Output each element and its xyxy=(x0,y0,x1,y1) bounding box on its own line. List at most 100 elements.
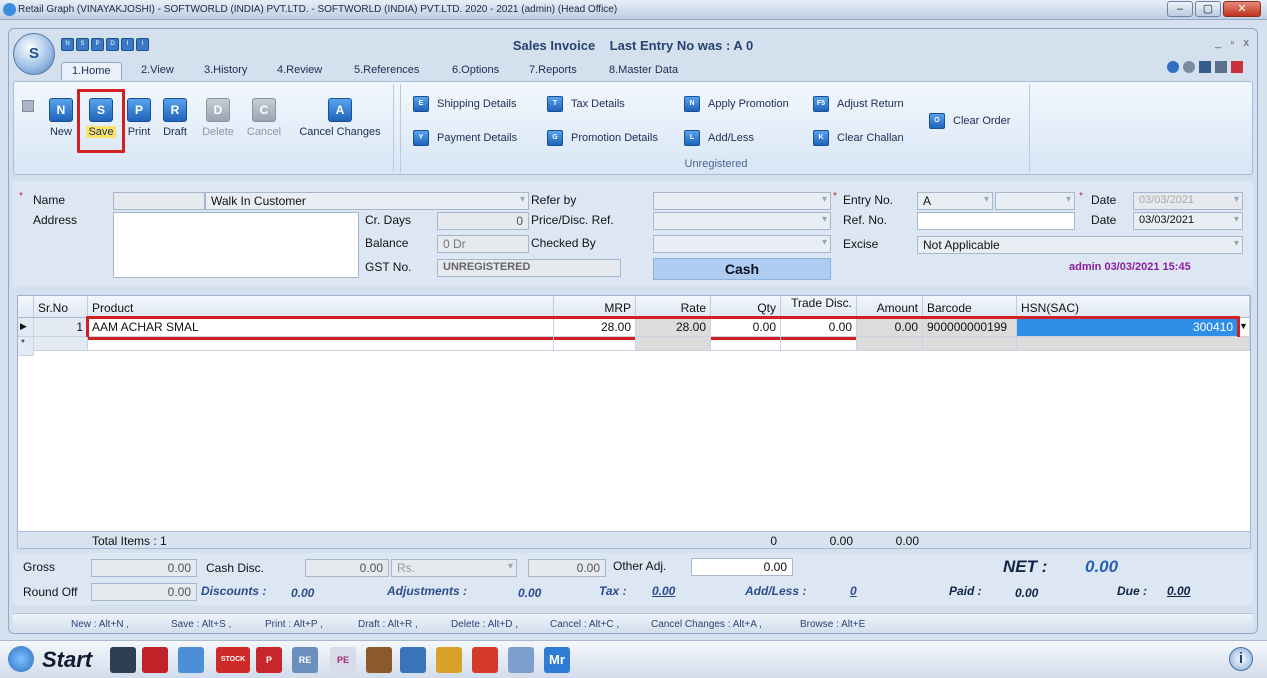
ref-no-field[interactable] xyxy=(917,212,1075,230)
app-minimize-button[interactable]: _ xyxy=(1215,37,1221,49)
adjust-return-button[interactable]: F5 Adjust Return xyxy=(813,96,904,112)
col-rate[interactable]: Rate xyxy=(636,296,711,318)
customer-name-field[interactable]: Walk In Customer xyxy=(205,192,529,210)
print-button[interactable]: P Print xyxy=(122,98,156,138)
entry-no-series-field[interactable]: A xyxy=(917,192,993,210)
promotion-details-button[interactable]: G Promotion Details xyxy=(547,130,658,146)
cancel-changes-button[interactable]: A Cancel Changes xyxy=(294,98,386,138)
round-off-field[interactable]: 0.00 xyxy=(91,583,197,601)
col-mrp[interactable]: MRP xyxy=(554,296,636,318)
add-less-total-value[interactable]: 0 xyxy=(850,584,857,598)
app-orb-button[interactable]: S xyxy=(13,33,55,75)
col-qty[interactable]: Qty xyxy=(711,296,781,318)
checked-by-field[interactable] xyxy=(653,235,831,253)
tab-history[interactable]: 3.History xyxy=(194,62,257,80)
money-icon[interactable] xyxy=(436,647,462,673)
new-cell-sr xyxy=(34,337,88,351)
report-icon[interactable]: PE xyxy=(330,647,356,673)
minimize-button[interactable]: – xyxy=(1167,1,1193,17)
tab-home[interactable]: 1.Home xyxy=(61,62,122,80)
clear-order-button[interactable]: O Clear Order xyxy=(929,113,1010,129)
delete-button[interactable]: D Delete xyxy=(198,98,238,138)
close-button[interactable]: ✕ xyxy=(1223,1,1261,17)
new-cell-hsn[interactable] xyxy=(1017,337,1250,351)
qat-item2-icon[interactable]: I xyxy=(136,38,149,52)
net-label: NET : xyxy=(1003,557,1048,576)
col-product[interactable]: Product xyxy=(88,296,554,318)
tab-reports[interactable]: 7.Reports xyxy=(519,62,587,80)
help-icon[interactable] xyxy=(1167,61,1179,73)
network-icon[interactable] xyxy=(400,647,426,673)
app-restore-button[interactable]: ▫ xyxy=(1230,37,1234,49)
date-field-1[interactable]: 03/03/2021 xyxy=(1133,192,1243,210)
new-button[interactable]: N New xyxy=(44,98,78,138)
qat-save-icon[interactable]: S xyxy=(76,38,89,52)
app-close-button[interactable]: x xyxy=(1244,37,1250,49)
printer-icon[interactable] xyxy=(508,647,534,673)
col-hsn[interactable]: HSN(SAC) xyxy=(1017,296,1250,318)
globe-icon[interactable] xyxy=(1183,61,1195,73)
discounts-label: Discounts : xyxy=(201,584,267,598)
draft-button[interactable]: R Draft xyxy=(158,98,192,138)
tab-references[interactable]: 5.References xyxy=(344,62,429,80)
qat-draft-icon[interactable]: D xyxy=(106,38,119,52)
row-selector-icon[interactable]: ▶ xyxy=(18,318,34,337)
person-icon[interactable] xyxy=(178,647,204,673)
new-cell-qty[interactable] xyxy=(711,337,781,351)
exit-icon[interactable] xyxy=(1231,61,1243,73)
tab-options[interactable]: 6.Options xyxy=(442,62,509,80)
clear-challan-button[interactable]: K Clear Challan xyxy=(813,130,904,146)
cancel-button[interactable]: C Cancel xyxy=(244,98,284,138)
col-trade-disc[interactable]: Trade Disc. xyxy=(781,296,857,318)
date-field-2[interactable]: 03/03/2021 xyxy=(1133,212,1243,230)
book-icon[interactable] xyxy=(142,647,168,673)
col-sr-no[interactable]: Sr.No xyxy=(34,296,88,318)
shipping-details-button[interactable]: E Shipping Details xyxy=(413,96,517,112)
transfer-icon[interactable] xyxy=(472,647,498,673)
add-less-button[interactable]: L Add/Less xyxy=(684,130,754,146)
qat-print-icon[interactable]: P xyxy=(91,38,104,52)
tax-value[interactable]: 0.00 xyxy=(652,584,675,598)
doc-icon[interactable] xyxy=(1215,61,1227,73)
entry-no-field[interactable] xyxy=(995,192,1075,210)
maximize-button[interactable]: ▢ xyxy=(1195,1,1221,17)
new-cell-product[interactable] xyxy=(88,337,554,351)
cash-disc-field[interactable]: 0.00 xyxy=(305,559,389,577)
new-icon: N xyxy=(49,98,73,122)
tax-details-button[interactable]: T Tax Details xyxy=(547,96,625,112)
other-adj-field[interactable]: 0.00 xyxy=(691,558,793,576)
p-icon[interactable]: P xyxy=(256,647,282,673)
tab-review[interactable]: 4.Review xyxy=(267,62,332,80)
stock-icon[interactable]: STOCK xyxy=(216,647,250,673)
cr-days-field[interactable]: 0 xyxy=(437,212,529,230)
mr-icon[interactable]: Mr xyxy=(544,647,570,673)
col-amount[interactable]: Amount xyxy=(857,296,923,318)
start-button[interactable]: Start xyxy=(42,647,92,673)
tools-icon[interactable] xyxy=(366,647,392,673)
payment-mode-button[interactable]: Cash xyxy=(653,258,831,280)
tab-view[interactable]: 2.View xyxy=(131,62,184,80)
tab-master-data[interactable]: 8.Master Data xyxy=(599,62,688,80)
re-icon[interactable]: RE xyxy=(292,647,318,673)
ledger-icon[interactable] xyxy=(110,647,136,673)
info-icon[interactable]: i xyxy=(1229,647,1253,671)
address-field[interactable] xyxy=(113,212,359,278)
excise-field[interactable]: Not Applicable xyxy=(917,236,1243,254)
col-barcode[interactable]: Barcode xyxy=(923,296,1017,318)
price-disc-field[interactable] xyxy=(653,212,831,230)
payment-details-button[interactable]: Y Payment Details xyxy=(413,130,517,146)
qat-item-icon[interactable]: I xyxy=(121,38,134,52)
new-cell-mrp[interactable] xyxy=(554,337,636,351)
qat-new-icon[interactable]: N xyxy=(61,38,74,52)
new-cell-barcode[interactable] xyxy=(923,337,1017,351)
shortcut-print: Print : Alt+P , xyxy=(265,619,323,630)
calc-icon[interactable] xyxy=(1199,61,1211,73)
refer-by-field[interactable] xyxy=(653,192,831,210)
cash-disc-unit[interactable]: Rs. xyxy=(391,559,517,577)
apply-promotion-button[interactable]: N Apply Promotion xyxy=(684,96,789,112)
start-logo-icon[interactable] xyxy=(8,646,34,672)
new-cell-trade[interactable] xyxy=(781,337,857,351)
new-cell-rate[interactable] xyxy=(636,337,711,351)
customer-code-field[interactable] xyxy=(113,192,205,210)
save-button[interactable]: S Save xyxy=(84,98,118,138)
